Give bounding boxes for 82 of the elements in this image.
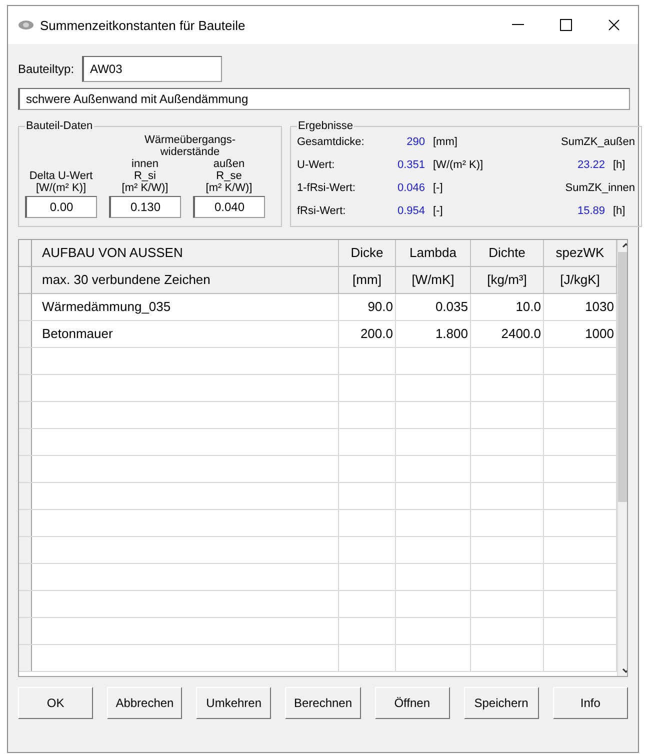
app-icon	[18, 20, 34, 30]
group-heading: Wärmeübergangs-	[144, 134, 236, 146]
row-header[interactable]	[19, 402, 32, 428]
column-header: max. 30 verbundene Zeichen	[32, 267, 339, 293]
column-header: [kg/m³]	[471, 267, 544, 293]
dialog-button[interactable]: Abbrechen	[107, 687, 182, 719]
input-field[interactable]: AW03	[82, 56, 222, 82]
row-header[interactable]	[19, 321, 32, 347]
row-header[interactable]	[19, 537, 32, 563]
column-header: AUFBAU VON AUSSEN	[32, 240, 339, 266]
dialog-button[interactable]: OK	[18, 687, 94, 719]
unit-label: [-]	[433, 182, 444, 194]
row-header[interactable]	[19, 429, 32, 455]
result-value: 0.351	[396, 159, 425, 171]
row-header[interactable]	[19, 564, 32, 590]
result-value: 0.046	[396, 182, 425, 194]
field-caption: [m² K/W)]	[122, 182, 168, 194]
field-caption: R_si	[134, 170, 156, 182]
result-label: U-Wert:	[297, 159, 336, 171]
table-cell: Betonmauer	[32, 321, 339, 347]
group-title: Bauteil-Daten	[25, 120, 94, 132]
group-title: Ergebnisse	[297, 120, 354, 132]
row-header[interactable]	[19, 375, 32, 401]
unit-label: [h]	[613, 205, 626, 217]
close-icon[interactable]	[608, 19, 620, 31]
field-caption: [W/(m² K)]	[36, 182, 86, 194]
result-label: Gesamtdicke:	[297, 136, 366, 148]
result-label: SumZK_außen	[560, 136, 635, 148]
result-label: 1-fRsi-Wert:	[297, 182, 356, 194]
column-header: Dicke	[339, 240, 396, 266]
row-header[interactable]	[19, 645, 32, 671]
column-header: [mm]	[339, 267, 396, 293]
input-field[interactable]: schwere Außenwand mit Außendämmung	[18, 88, 630, 110]
maximize-icon[interactable]	[560, 19, 572, 31]
column-header: Dichte	[471, 240, 544, 266]
unit-label: [W/(m² K)]	[433, 159, 484, 171]
column-header: Lambda	[396, 240, 471, 266]
table-cell: Wärmedämmung_035	[32, 294, 339, 320]
dialog-button[interactable]: Speichern	[464, 687, 539, 719]
row-header[interactable]	[19, 267, 32, 293]
field-label: Bauteiltyp:	[18, 62, 74, 76]
result-value: 23.22	[576, 159, 605, 171]
table-cell: 2400.0	[471, 321, 544, 347]
input-field[interactable]: 0.00	[25, 196, 97, 218]
table-cell: 0.035	[396, 294, 471, 320]
row-header[interactable]	[19, 348, 32, 374]
side-label: außen	[213, 158, 245, 170]
result-value: 0.954	[396, 205, 425, 217]
result-value: 290	[406, 136, 425, 148]
field-caption: Delta U-Wert	[29, 170, 93, 182]
unit-label: [mm]	[433, 136, 458, 148]
table-cell: 10.0	[471, 294, 544, 320]
column-header: [J/kgK]	[544, 267, 617, 293]
row-header[interactable]	[19, 240, 32, 266]
row-header[interactable]	[19, 483, 32, 509]
result-value: 15.89	[576, 205, 605, 217]
row-header[interactable]	[19, 510, 32, 536]
column-header: [W/mK]	[396, 267, 471, 293]
result-label: fRsi-Wert:	[297, 205, 347, 217]
row-header[interactable]	[19, 618, 32, 644]
input-field[interactable]: 0.130	[109, 196, 181, 218]
dialog-button[interactable]: Info	[552, 687, 628, 719]
window-title: Summenzeitkonstanten für Bauteile	[40, 18, 246, 32]
unit-label: [h]	[613, 159, 626, 171]
row-header[interactable]	[19, 591, 32, 617]
table-cell: 200.0	[339, 321, 396, 347]
column-header: spezWK	[544, 240, 617, 266]
minimize-icon[interactable]	[512, 24, 524, 26]
dialog-button[interactable]: Umkehren	[196, 687, 272, 719]
table-cell: 1.800	[396, 321, 471, 347]
field-caption: R_se	[216, 170, 242, 182]
unit-label: [-]	[433, 205, 444, 217]
result-label: SumZK_innen	[564, 182, 635, 194]
dialog-button[interactable]: Öffnen	[374, 687, 450, 719]
side-label: innen	[132, 158, 158, 170]
group-heading: widerstände	[160, 146, 220, 158]
row-header[interactable]	[19, 456, 32, 482]
input-field[interactable]: 0.040	[193, 196, 265, 218]
table-cell: 90.0	[339, 294, 396, 320]
row-header[interactable]	[19, 294, 32, 320]
field-caption: [m² K/W)]	[206, 182, 252, 194]
dialog-button[interactable]: Berechnen	[285, 687, 361, 719]
